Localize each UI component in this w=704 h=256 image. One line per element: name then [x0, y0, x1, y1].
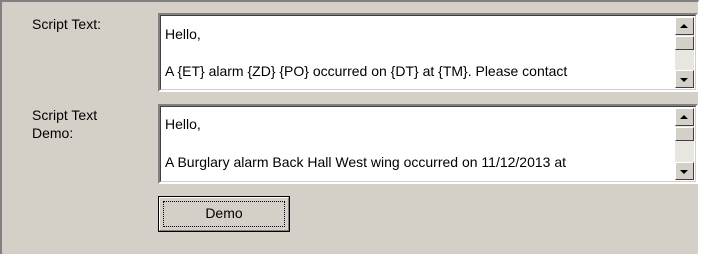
arrow-down-icon — [680, 170, 688, 174]
scroll-up-button[interactable] — [675, 17, 694, 35]
window-edge — [699, 0, 704, 256]
script-text-demo-output[interactable]: Hello, A Burglary alarm Back Hall West w… — [158, 104, 698, 184]
scroll-up-button[interactable] — [675, 108, 694, 126]
scroll-down-button[interactable] — [675, 70, 694, 88]
script-text-input[interactable]: Hello, A {ET} alarm {ZD} {PO} occurred o… — [158, 13, 698, 92]
scroll-thumb[interactable] — [675, 127, 694, 141]
script-text-demo-line-2: A Burglary alarm Back Hall West wing occ… — [165, 154, 567, 170]
demo-button-label: Demo — [205, 205, 243, 221]
script-text-demo-label-line-1: Script Text — [32, 107, 98, 123]
script-text-scrollbar[interactable] — [675, 17, 694, 88]
scroll-down-button[interactable] — [675, 162, 694, 180]
script-text-line-1: Hello, — [165, 26, 201, 42]
demo-button[interactable]: Demo — [158, 196, 290, 232]
arrow-up-icon — [680, 115, 688, 119]
scroll-thumb[interactable] — [675, 36, 694, 50]
script-text-demo-line-1: Hello, — [165, 116, 201, 132]
arrow-down-icon — [680, 78, 688, 82]
script-text-line-2: A {ET} alarm {ZD} {PO} occurred on {DT} … — [165, 63, 568, 79]
script-text-demo-label-line-2: Demo: — [32, 125, 74, 141]
script-text-label: Script Text: — [32, 16, 101, 32]
arrow-up-icon — [680, 24, 688, 28]
script-text-demo-scrollbar[interactable] — [675, 108, 694, 180]
